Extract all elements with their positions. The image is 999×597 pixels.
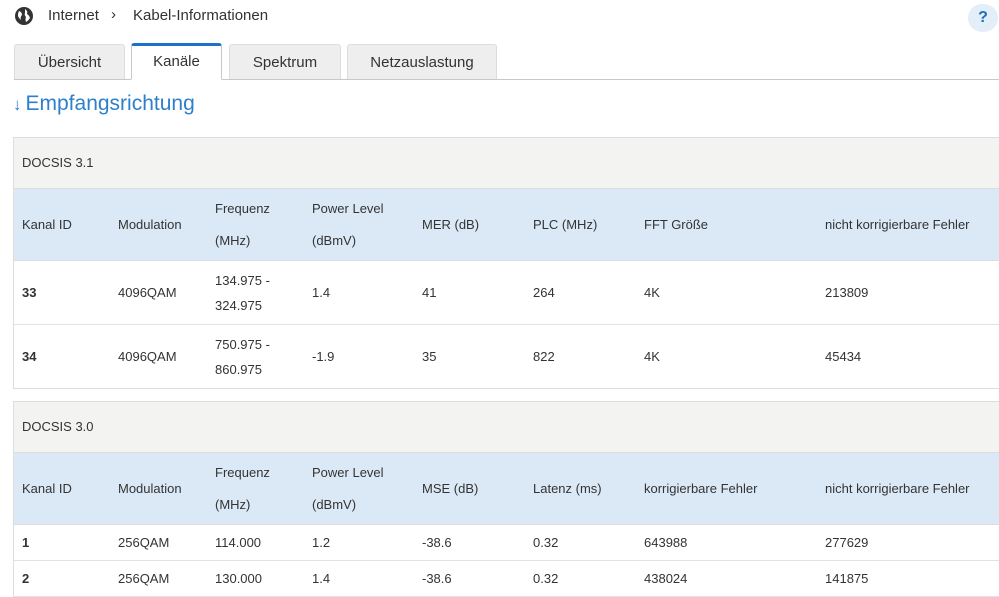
- table-cell: 4K: [644, 285, 660, 300]
- tab-netzauslastung[interactable]: Netzauslastung: [347, 44, 497, 79]
- table-cell: 750.975 - 860.975: [215, 336, 270, 377]
- section-heading[interactable]: ↓ Empfangsrichtung: [13, 92, 195, 116]
- table-cell: 35: [422, 349, 437, 364]
- table-header-row: Kanal ID Modulation Frequenz (MHz) Power…: [14, 189, 999, 261]
- table-cell: 4K: [644, 349, 660, 364]
- table-cell: 256QAM: [118, 535, 170, 550]
- column-header: nicht korrigierbare Fehler: [825, 217, 970, 232]
- globe-icon: [15, 7, 33, 25]
- column-header: Kanal ID: [22, 217, 72, 232]
- table-cell: 438024: [644, 571, 688, 586]
- table-cell: 0.32: [533, 535, 559, 550]
- table-cell: 256QAM: [118, 571, 170, 586]
- column-header: Latenz (ms): [533, 481, 602, 496]
- table-row: 34 4096QAM 750.975 - 860.975 -1.9 35 822…: [14, 325, 999, 388]
- channel-id: 33: [22, 285, 37, 300]
- column-header: MSE (dB): [422, 481, 479, 496]
- table-cell: 264: [533, 285, 555, 300]
- arrow-down-icon: ↓: [13, 95, 22, 114]
- tab-uebersicht[interactable]: Übersicht: [14, 44, 125, 79]
- table-cell: 41: [422, 285, 437, 300]
- tab-spektrum[interactable]: Spektrum: [229, 44, 341, 79]
- table-row: 2 256QAM 130.000 1.4 -38.6 0.32 438024 1…: [14, 561, 999, 597]
- table-caption: DOCSIS 3.1: [14, 138, 999, 189]
- channel-id: 34: [22, 349, 37, 364]
- table-cell: -38.6: [422, 571, 452, 586]
- column-header: Modulation: [118, 481, 182, 496]
- column-header: FFT Größe: [644, 217, 709, 232]
- column-header: PLC (MHz): [533, 217, 598, 232]
- table-row: 1 256QAM 114.000 1.2 -38.6 0.32 643988 2…: [14, 525, 999, 561]
- help-button[interactable]: ?: [968, 4, 998, 32]
- table-cell: 213809: [825, 285, 869, 300]
- column-header: Power Level (dBmV): [312, 464, 384, 512]
- column-header: Frequenz (MHz): [215, 200, 270, 248]
- docsis30-table: DOCSIS 3.0 Kanal ID Modulation Frequenz …: [13, 401, 999, 597]
- table-cell: -38.6: [422, 535, 452, 550]
- table-cell: 277629: [825, 535, 869, 550]
- tab-bar: Übersicht Kanäle Spektrum Netzauslastung: [14, 43, 999, 80]
- column-header: korrigierbare Fehler: [644, 481, 758, 496]
- table-cell: 1.4: [312, 571, 331, 586]
- breadcrumb-internet[interactable]: Internet: [48, 7, 99, 24]
- tab-kanaele[interactable]: Kanäle: [131, 43, 222, 80]
- column-header: MER (dB): [422, 217, 480, 232]
- table-caption: DOCSIS 3.0: [14, 402, 999, 453]
- table-cell: 130.000: [215, 571, 262, 586]
- section-title-text: Empfangsrichtung: [25, 92, 195, 115]
- breadcrumb-current: Kabel-Informationen: [133, 7, 269, 24]
- table-cell: 1.2: [312, 535, 331, 550]
- table-cell: -1.9: [312, 349, 335, 364]
- column-header: Power Level (dBmV): [312, 200, 384, 248]
- table-cell: 45434: [825, 349, 862, 364]
- chevron-right-icon: ›: [111, 6, 116, 23]
- docsis31-table: DOCSIS 3.1 Kanal ID Modulation Frequenz …: [13, 137, 999, 389]
- column-header: Frequenz (MHz): [215, 464, 270, 512]
- column-header: nicht korrigierbare Fehler: [825, 481, 970, 496]
- table-cell: 4096QAM: [118, 285, 177, 300]
- top-bar: Internet › Kabel-Informationen ?: [0, 0, 999, 34]
- column-header: Kanal ID: [22, 481, 72, 496]
- table-cell: 141875: [825, 571, 869, 586]
- table-cell: 4096QAM: [118, 349, 177, 364]
- table-header-row: Kanal ID Modulation Frequenz (MHz) Power…: [14, 453, 999, 525]
- table-cell: 134.975 - 324.975: [215, 272, 270, 313]
- table-row: 33 4096QAM 134.975 - 324.975 1.4 41 264 …: [14, 261, 999, 325]
- table-cell: 822: [533, 349, 555, 364]
- table-cell: 0.32: [533, 571, 559, 586]
- table-cell: 114.000: [215, 535, 262, 550]
- table-cell: 1.4: [312, 285, 331, 300]
- table-cell: 643988: [644, 535, 688, 550]
- channel-id: 1: [22, 535, 30, 550]
- column-header: Modulation: [118, 217, 182, 232]
- channel-id: 2: [22, 571, 30, 586]
